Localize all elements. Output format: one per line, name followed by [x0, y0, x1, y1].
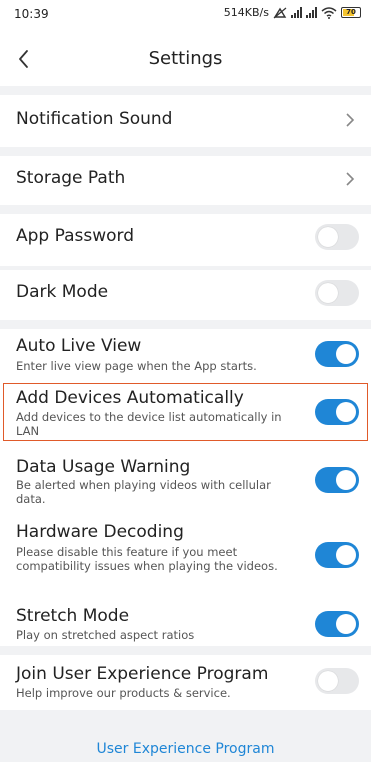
data-saver-icon: [273, 7, 287, 18]
setting-dark-mode: Dark Mode: [0, 270, 371, 320]
setting-label: Dark Mode: [16, 282, 109, 302]
status-time: 10:39: [14, 7, 49, 21]
setting-description: Play on stretched aspect ratios: [16, 628, 195, 642]
section-divider: [0, 86, 371, 95]
data-usage-warning-toggle[interactable]: [315, 467, 359, 493]
setting-label: Notification Sound: [16, 109, 173, 129]
setting-hardware-decoding: Hardware Decoding Please disable this fe…: [0, 516, 371, 600]
user-experience-program-link[interactable]: User Experience Program: [0, 741, 371, 757]
auto-live-view-toggle[interactable]: [315, 341, 359, 367]
setting-label: Add Devices Automatically: [16, 388, 244, 408]
setting-storage-path[interactable]: Storage Path: [0, 156, 371, 205]
add-devices-automatically-toggle[interactable]: [315, 399, 359, 425]
signal-icon-2: [306, 7, 317, 18]
stretch-mode-toggle[interactable]: [315, 611, 359, 637]
signal-icon-1: [291, 7, 302, 18]
setting-description: Be alerted when playing videos with cell…: [16, 478, 271, 506]
page-title: Settings: [148, 48, 223, 69]
setting-label: Stretch Mode: [16, 606, 130, 626]
chevron-right-icon: [346, 113, 355, 127]
nav-bar: Settings: [0, 40, 371, 82]
status-icons: 514KB/s 70: [224, 6, 361, 19]
hardware-decoding-toggle[interactable]: [315, 542, 359, 568]
join-user-experience-toggle[interactable]: [315, 668, 359, 694]
setting-description: Please disable this feature if you meet …: [16, 545, 278, 573]
setting-label: Data Usage Warning: [16, 457, 191, 477]
wifi-icon: [321, 6, 337, 19]
chevron-right-icon: [346, 172, 355, 186]
setting-data-usage-warning: Data Usage Warning Be alerted when playi…: [0, 448, 371, 512]
setting-label: Auto Live View: [16, 336, 142, 356]
setting-description: Help improve our products & service.: [16, 686, 231, 700]
setting-label: App Password: [16, 226, 135, 246]
setting-description: Add devices to the device list automatic…: [16, 410, 282, 438]
battery-icon: 70: [341, 7, 361, 18]
section-divider: [0, 147, 371, 156]
setting-add-devices-automatically: Add Devices Automatically Add devices to…: [0, 385, 371, 441]
section-divider: [0, 320, 371, 329]
app-password-toggle[interactable]: [315, 224, 359, 250]
section-divider: [0, 646, 371, 655]
dark-mode-toggle[interactable]: [315, 280, 359, 306]
setting-notification-sound[interactable]: Notification Sound: [0, 95, 371, 147]
section-divider: [0, 205, 371, 214]
setting-label: Join User Experience Program: [16, 664, 269, 684]
setting-auto-live-view: Auto Live View Enter live view page when…: [0, 329, 371, 383]
setting-label: Hardware Decoding: [16, 522, 184, 542]
network-speed: 514KB/s: [223, 6, 269, 19]
setting-join-user-experience: Join User Experience Program Help improv…: [0, 655, 371, 710]
setting-label: Storage Path: [16, 168, 126, 188]
status-bar: 10:39 514KB/s 70: [0, 0, 371, 30]
setting-app-password: App Password: [0, 214, 371, 266]
setting-description: Enter live view page when the App starts…: [16, 359, 257, 373]
setting-stretch-mode: Stretch Mode Play on stretched aspect ra…: [0, 602, 371, 646]
